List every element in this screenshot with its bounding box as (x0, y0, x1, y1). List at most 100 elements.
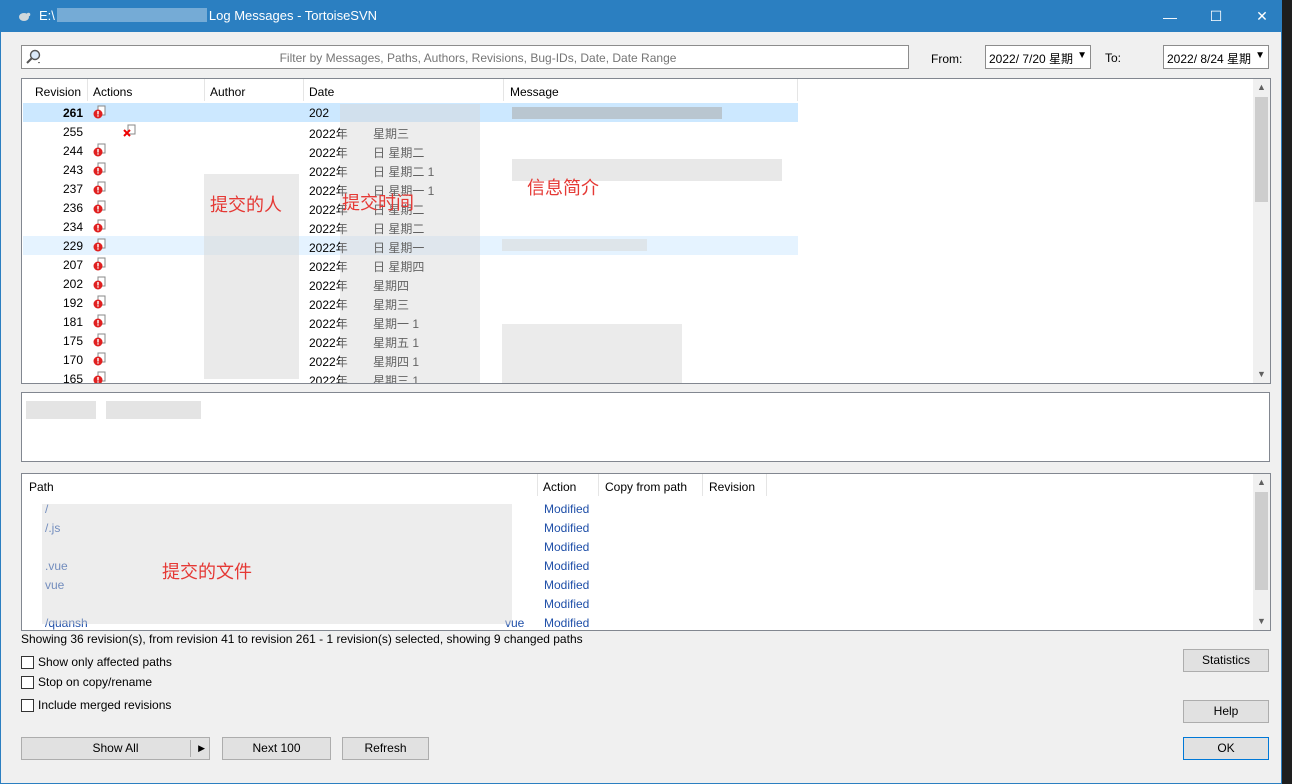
checkbox-box[interactable] (21, 698, 34, 712)
revision-number: 202 (62, 277, 83, 291)
scrollbar-thumb[interactable] (1255, 492, 1268, 590)
chevron-down-icon[interactable]: ▼ (1253, 366, 1270, 383)
modified-icon (93, 257, 106, 271)
next-100-button[interactable]: Next 100 (222, 737, 331, 760)
redacted-path (56, 8, 207, 22)
chevron-up-icon[interactable]: ▲ (1253, 474, 1270, 491)
modified-icon (123, 124, 136, 137)
filter-input[interactable] (46, 48, 910, 68)
modified-icon (93, 238, 106, 252)
action-value: Modified (544, 616, 590, 630)
show-affected-paths-checkbox[interactable]: Show only affected paths (21, 654, 172, 670)
refresh-button[interactable]: Refresh (342, 737, 429, 760)
filter-box[interactable] (21, 45, 910, 69)
column-header-message[interactable]: Message (504, 79, 798, 101)
from-date-picker[interactable]: 2022/ 7/20 星期 ▼ (985, 45, 1091, 69)
ok-button[interactable]: OK (1183, 737, 1269, 760)
to-date-value: 2022/ 8/24 星期 (1167, 52, 1252, 66)
action-value: Modified (544, 502, 590, 516)
action-value: Modified (544, 540, 590, 554)
action-value: Modified (544, 597, 590, 611)
checkbox-label: Stop on copy/rename (38, 675, 153, 689)
revision-number: 244 (62, 144, 83, 158)
chevron-down-icon[interactable]: ▼ (1255, 50, 1265, 61)
modified-icon (93, 314, 106, 328)
column-header-path[interactable]: Path (23, 474, 538, 496)
modified-icon (93, 143, 106, 157)
column-header-actions[interactable]: Actions (87, 79, 205, 101)
revision-number: 229 (62, 239, 83, 253)
background-editor-strip (1282, 0, 1292, 784)
include-merged-checkbox[interactable]: Include merged revisions (21, 697, 171, 713)
modified-icon (93, 200, 106, 214)
minimize-button[interactable]: — (1147, 1, 1193, 32)
show-all-button[interactable]: Show All ▶ (21, 737, 210, 760)
action-value: Modified (544, 521, 590, 535)
revision-number: 181 (62, 315, 83, 329)
revision-number: 165 (62, 372, 83, 383)
column-header-action[interactable]: Action (537, 474, 599, 496)
chevron-right-icon[interactable]: ▶ (198, 738, 205, 759)
changed-paths-list[interactable]: Path Action Copy from path Revision / Mod… (21, 473, 1271, 631)
title-bar[interactable]: E:\ Log Messages - TortoiseSVN — ☐ ✕ (1, 1, 1281, 32)
log-messages-window: E:\Log Messages - TortoiseSVN — ☐ ✕ From… (0, 0, 1282, 784)
checkbox-label: Show only affected paths (38, 655, 172, 669)
action-value: Modified (544, 559, 590, 573)
checkbox-box[interactable] (21, 655, 34, 669)
modified-icon (93, 352, 106, 366)
column-header-date[interactable]: Date (303, 79, 504, 101)
revision-number: 192 (62, 296, 83, 310)
redacted-message-text (106, 401, 201, 419)
date-value: 202 (309, 106, 330, 120)
from-label: From: (931, 52, 963, 66)
revision-number: 255 (62, 125, 83, 139)
scrollbar-thumb[interactable] (1255, 97, 1268, 202)
revision-list-scrollbar[interactable]: ▲ ▼ (1253, 79, 1270, 383)
chevron-up-icon[interactable]: ▲ (1253, 79, 1270, 96)
log-message-box[interactable] (21, 392, 1270, 462)
from-date-value: 2022/ 7/20 星期 (989, 52, 1074, 66)
revision-number: 237 (62, 182, 83, 196)
checkbox-box[interactable] (21, 675, 34, 689)
action-value: Modified (544, 578, 590, 592)
modified-icon (93, 219, 106, 233)
column-header-revision[interactable]: Revision (703, 474, 767, 496)
revision-number: 236 (62, 201, 83, 215)
chevron-down-icon[interactable]: ▼ (1253, 613, 1270, 630)
statistics-button[interactable]: Statistics (1183, 649, 1269, 672)
redacted-date-column (340, 104, 480, 383)
revision-number: 175 (62, 334, 83, 348)
search-icon[interactable] (25, 49, 43, 65)
redacted-paths (42, 504, 512, 624)
maximize-button[interactable]: ☐ (1193, 1, 1239, 32)
stop-on-copy-checkbox[interactable]: Stop on copy/rename (21, 674, 152, 690)
annotation-files: 提交的文件 (162, 562, 252, 582)
revision-number: 170 (62, 353, 83, 367)
modified-icon (93, 181, 106, 195)
revision-number: 207 (62, 258, 83, 272)
annotation-message: 信息简介 (527, 178, 599, 198)
checkbox-label: Include merged revisions (38, 698, 172, 712)
modified-icon (93, 371, 106, 383)
to-date-picker[interactable]: 2022/ 8/24 星期 ▼ (1163, 45, 1269, 69)
modified-icon (93, 333, 106, 347)
split-divider (190, 740, 191, 757)
column-header-author[interactable]: Author (204, 79, 304, 101)
modified-icon (93, 105, 106, 119)
chevron-down-icon[interactable]: ▼ (1077, 50, 1087, 61)
close-button[interactable]: ✕ (1239, 1, 1281, 32)
window-title: E:\ Log Messages - TortoiseSVN (39, 8, 378, 23)
annotation-date: 提交时间 (342, 193, 414, 213)
redacted-message (512, 107, 722, 119)
revision-list[interactable]: Revision Actions Author Date Message 261… (21, 78, 1271, 384)
modified-icon (93, 295, 106, 309)
paths-list-scrollbar[interactable]: ▲ ▼ (1253, 474, 1270, 630)
column-header-copy-from-path[interactable]: Copy from path (599, 474, 703, 496)
column-header-revision[interactable]: Revision (29, 79, 88, 101)
status-text: Showing 36 revision(s), from revision 41… (21, 632, 583, 646)
revision-number: 234 (62, 220, 83, 234)
help-button[interactable]: Help (1183, 700, 1269, 723)
redacted-message-text (26, 401, 96, 419)
redacted-message (502, 239, 647, 251)
show-all-label: Show All (92, 741, 139, 755)
